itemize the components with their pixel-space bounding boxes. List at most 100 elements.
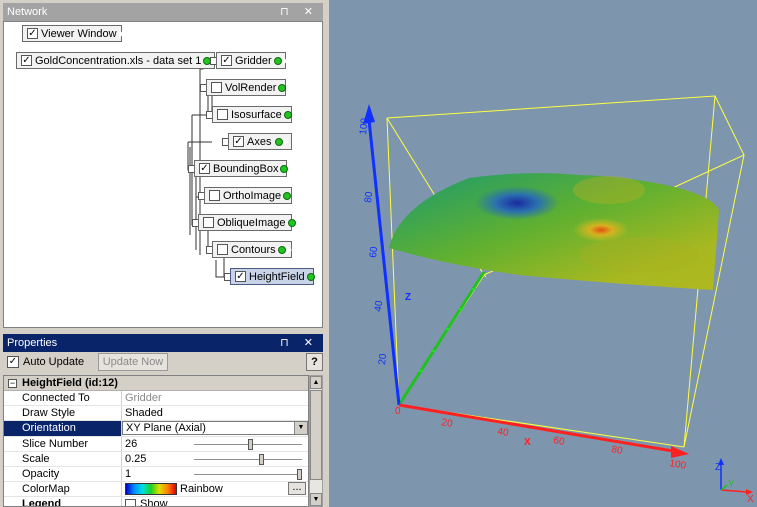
- properties-title-text: Properties: [7, 337, 58, 349]
- module-orthoimage[interactable]: OrthoImage: [198, 187, 298, 204]
- property-row-legend[interactable]: Legend Show: [4, 497, 308, 506]
- property-row-scale[interactable]: Scale 0.25: [4, 451, 308, 467]
- module-orthoimage-checkbox[interactable]: [209, 190, 220, 201]
- x-axis-label: X: [524, 437, 531, 448]
- property-name: ColorMap: [4, 482, 122, 497]
- module-gold-checkbox[interactable]: ✓: [21, 55, 32, 66]
- legend-show-checkbox[interactable]: [125, 499, 136, 506]
- property-row-colormap[interactable]: ColorMap Rainbow ...: [4, 482, 308, 498]
- module-heightfield-input-port[interactable]: [224, 273, 230, 281]
- module-orthoimage-output-arrow[interactable]: [291, 190, 298, 201]
- module-heightfield-status-dot: [306, 272, 315, 281]
- scrollbar-thumb[interactable]: [310, 390, 322, 480]
- module-axes[interactable]: ✓ Axes: [222, 133, 292, 150]
- triad-y-label: Y: [728, 479, 735, 490]
- module-axes-label: Axes: [247, 135, 272, 148]
- update-now-button[interactable]: Update Now: [98, 353, 168, 371]
- slider-thumb[interactable]: [297, 468, 302, 480]
- slider-thumb[interactable]: [248, 438, 253, 450]
- property-value[interactable]: 26: [125, 438, 137, 450]
- module-boundingbox-label: BoundingBox: [213, 162, 279, 175]
- auto-update-checkbox[interactable]: ✓: [7, 356, 19, 368]
- 3d-viewport[interactable]: Z 20 40 60 80 100 X 0 20 40 60 80 100 Z: [329, 0, 757, 507]
- module-boundingbox-status-dot: [280, 164, 289, 173]
- module-viewer-checkbox[interactable]: ✓: [27, 28, 38, 39]
- module-contours-input-port[interactable]: [206, 246, 212, 254]
- module-gridder-output-arrow[interactable]: [281, 55, 288, 66]
- scale-slider[interactable]: [194, 453, 302, 465]
- property-value[interactable]: 0.25: [125, 453, 146, 465]
- auto-update-label: Auto Update: [23, 356, 85, 368]
- module-volrender-output-arrow[interactable]: [286, 82, 293, 93]
- module-boundingbox[interactable]: ✓ BoundingBox: [188, 160, 295, 177]
- z-tick-label: 20: [377, 353, 389, 366]
- module-obliqueimage-checkbox[interactable]: [203, 217, 214, 228]
- module-obliqueimage[interactable]: ObliqueImage: [192, 214, 302, 231]
- network-title-buttons[interactable]: ⊓ ✕: [280, 5, 319, 18]
- module-orthoimage-status-dot: [283, 191, 292, 200]
- chevron-down-icon[interactable]: ▼: [294, 422, 307, 435]
- slice-number-slider[interactable]: [194, 438, 302, 450]
- network-panel-title: Network ⊓ ✕: [3, 3, 323, 21]
- module-volrender-label: VolRender: [225, 81, 277, 94]
- scroll-down-icon[interactable]: ▼: [310, 493, 322, 506]
- module-heightfield-checkbox[interactable]: ✓: [235, 271, 246, 282]
- colormap-browse-button[interactable]: ...: [288, 482, 306, 496]
- help-button[interactable]: ?: [306, 353, 323, 371]
- property-section-header[interactable]: − HeightField (id:12): [4, 376, 308, 391]
- module-obliqueimage-input-port[interactable]: [192, 219, 198, 227]
- module-orthoimage-input-port[interactable]: [198, 192, 204, 200]
- module-viewer-label: Viewer Window: [41, 27, 117, 40]
- module-isosurface-output-arrow[interactable]: [291, 109, 298, 120]
- module-isosurface[interactable]: Isosurface: [206, 106, 298, 123]
- slider-thumb[interactable]: [259, 453, 264, 465]
- property-row-connected-to[interactable]: Connected To Gridder: [4, 391, 308, 407]
- module-axes-output-arrow[interactable]: [283, 136, 289, 147]
- module-isosurface-input-port[interactable]: [206, 111, 212, 119]
- x-tick-label: 80: [610, 444, 623, 457]
- module-gold-concentration[interactable]: ✓ GoldConcentration.xls - data set 1: [16, 52, 218, 69]
- property-grid-scrollbar[interactable]: ▲ ▼: [309, 375, 323, 507]
- network-canvas[interactable]: ✓ Viewer Window ✓ GoldConcentration.xls …: [3, 21, 323, 328]
- opacity-slider[interactable]: [194, 468, 302, 480]
- module-gridder[interactable]: ✓ Gridder: [210, 52, 288, 69]
- module-heightfield-output-arrow[interactable]: [314, 271, 321, 282]
- property-value[interactable]: Shaded: [122, 406, 308, 420]
- module-isosurface-checkbox[interactable]: [217, 109, 228, 120]
- orientation-select[interactable]: XY Plane (Axial) ▼: [122, 421, 308, 436]
- colormap-swatch[interactable]: [125, 483, 177, 496]
- property-value[interactable]: 1: [125, 468, 131, 480]
- z-tick-label: 100: [358, 117, 371, 135]
- property-name: Opacity: [4, 466, 122, 482]
- property-row-opacity[interactable]: Opacity 1: [4, 466, 308, 483]
- module-boundingbox-input-port[interactable]: [188, 165, 194, 173]
- module-axes-checkbox[interactable]: ✓: [233, 136, 244, 147]
- property-row-slice-number[interactable]: Slice Number 26: [4, 436, 308, 452]
- bounding-box-front: [483, 274, 487, 278]
- z-axis-label: Z: [405, 292, 411, 303]
- collapse-icon[interactable]: −: [8, 378, 17, 388]
- module-heightfield[interactable]: ✓ HeightField: [224, 268, 321, 285]
- module-volrender[interactable]: VolRender: [200, 79, 293, 96]
- module-volrender-checkbox[interactable]: [211, 82, 222, 93]
- module-viewer-window[interactable]: ✓ Viewer Window: [22, 25, 124, 42]
- module-heightfield-label: HeightField: [249, 270, 305, 283]
- module-obliqueimage-output-arrow[interactable]: [295, 217, 302, 228]
- module-gridder-checkbox[interactable]: ✓: [221, 55, 232, 66]
- module-volrender-input-port[interactable]: [200, 84, 206, 92]
- scroll-up-icon[interactable]: ▲: [310, 376, 322, 389]
- module-gridder-input-port[interactable]: [210, 57, 216, 65]
- property-row-draw-style[interactable]: Draw Style Shaded: [4, 406, 308, 422]
- module-volrender-status-dot: [278, 83, 287, 92]
- property-row-orientation[interactable]: Orientation XY Plane (Axial) ▼: [4, 421, 308, 437]
- module-axes-input-port[interactable]: [222, 138, 228, 146]
- property-name: Legend: [4, 497, 122, 506]
- module-boundingbox-output-arrow[interactable]: [288, 163, 295, 174]
- module-contours-label: Contours: [231, 243, 276, 256]
- module-contours-checkbox[interactable]: [217, 244, 228, 255]
- module-contours[interactable]: Contours: [206, 241, 292, 258]
- properties-title-buttons[interactable]: ⊓ ✕: [280, 336, 319, 349]
- module-contours-output-arrow[interactable]: [285, 244, 292, 255]
- module-viewer-output-arrow[interactable]: [117, 28, 124, 39]
- module-boundingbox-checkbox[interactable]: ✓: [199, 163, 210, 174]
